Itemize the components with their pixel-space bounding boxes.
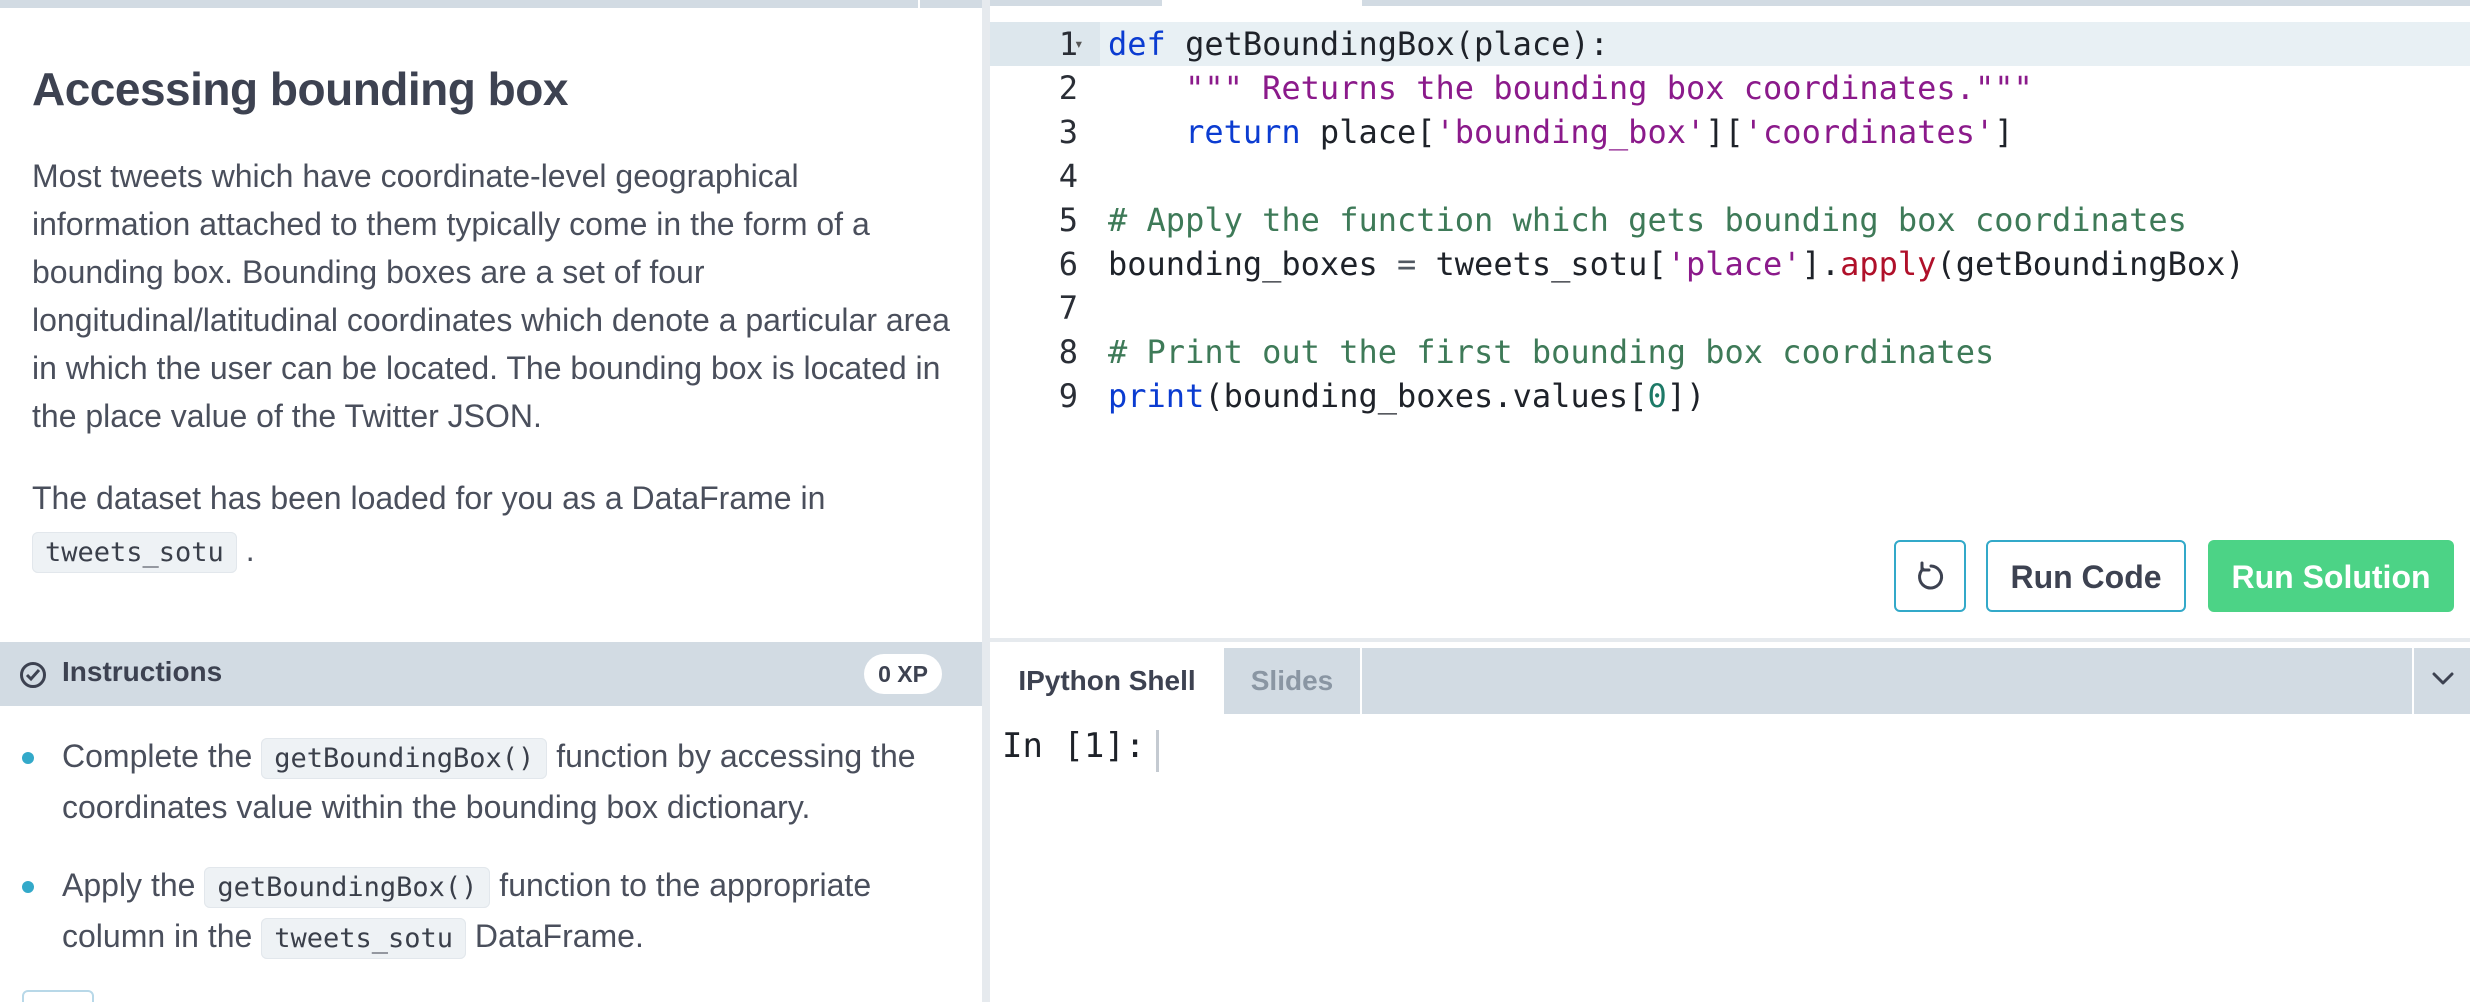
xp-badge: 0 XP bbox=[864, 654, 942, 694]
line-number: 5 bbox=[1058, 201, 1078, 239]
reset-icon bbox=[1918, 561, 1944, 590]
exercise-description: Most tweets which have coordinate-level … bbox=[32, 158, 950, 434]
line-number: 8 bbox=[1058, 333, 1078, 371]
code-line[interactable]: 8 # Print out the first bounding box coo… bbox=[990, 330, 2470, 374]
dataset-variable-code: tweets_sotu bbox=[32, 532, 237, 573]
console-cursor bbox=[1156, 730, 1159, 772]
workspace-pane: 1 ▾ def getBoundingBox(place): 2 """ Ret… bbox=[990, 0, 2470, 1002]
pane-resize-handle[interactable] bbox=[982, 0, 990, 1002]
ipython-console[interactable]: In [1]: bbox=[990, 714, 2470, 1002]
console-prompt: In [1]: bbox=[1002, 726, 1146, 766]
code-string: 'bounding_box' bbox=[1435, 113, 1706, 151]
code-function: apply bbox=[1840, 245, 1937, 283]
exercise-dataset-note: The dataset has been loaded for you as a… bbox=[32, 472, 962, 579]
code-line[interactable]: 2 """ Returns the bounding box coordinat… bbox=[990, 66, 2470, 110]
instruction-code: getBoundingBox() bbox=[204, 867, 491, 908]
instruction-code: tweets_sotu bbox=[261, 918, 467, 959]
code-token: ]. bbox=[1801, 245, 1841, 283]
collapse-console-button[interactable] bbox=[2412, 648, 2470, 714]
instruction-item: Complete the getBoundingBox() function b… bbox=[0, 732, 982, 831]
code-text: def getBoundingBox(place): bbox=[1108, 22, 1609, 66]
instruction-text: DataFrame. bbox=[474, 918, 644, 954]
dataset-note-suffix: . bbox=[245, 532, 255, 568]
code-operator: = bbox=[1396, 245, 1417, 283]
line-number: 6 bbox=[1058, 245, 1078, 283]
app-root: Accessing bounding box Most tweets which… bbox=[0, 0, 2470, 1002]
code-editor[interactable]: 1 ▾ def getBoundingBox(place): 2 """ Ret… bbox=[990, 22, 2470, 442]
line-number: 4 bbox=[1058, 157, 1078, 195]
code-string: 'coordinates' bbox=[1743, 113, 1995, 151]
code-string: 'place' bbox=[1666, 245, 1802, 283]
code-keyword: print bbox=[1108, 377, 1205, 415]
progress-segment bbox=[0, 0, 920, 8]
editor-console-divider[interactable] bbox=[990, 638, 2470, 642]
code-token: (bounding_boxes.values[ bbox=[1204, 377, 1648, 415]
exercise-title: Accessing bounding box bbox=[32, 63, 568, 115]
instruction-item: Apply the getBoundingBox() function to t… bbox=[0, 861, 982, 963]
fold-arrow-icon[interactable]: ▾ bbox=[1074, 22, 1084, 66]
code-token: getBoundingBox(place): bbox=[1165, 25, 1609, 63]
code-token: bounding_boxes bbox=[1108, 245, 1397, 283]
code-text: # Apply the function which gets bounding… bbox=[1108, 198, 2187, 242]
dataset-note-text: The dataset has been loaded for you as a… bbox=[32, 480, 826, 516]
tab-slides[interactable]: Slides bbox=[1224, 648, 1362, 714]
code-line[interactable]: 9 print(bounding_boxes.values[0]) bbox=[990, 374, 2470, 418]
code-token: ]) bbox=[1666, 377, 1706, 415]
instructions-header[interactable]: Instructions 0 XP bbox=[0, 642, 982, 706]
bullet-icon bbox=[22, 881, 34, 893]
check-circle-icon bbox=[20, 662, 46, 688]
exercise-pane: Accessing bounding box Most tweets which… bbox=[0, 0, 982, 1002]
code-line[interactable]: 3 return place['bounding_box']['coordina… bbox=[990, 110, 2470, 154]
code-keyword: def bbox=[1108, 25, 1166, 63]
code-token: place[ bbox=[1300, 113, 1436, 151]
code-text: bounding_boxes = tweets_sotu['place'].ap… bbox=[1108, 242, 2245, 286]
code-keyword: return bbox=[1185, 113, 1301, 151]
instructions-label: Instructions bbox=[62, 656, 223, 687]
code-text: return place['bounding_box']['coordinate… bbox=[1108, 110, 2013, 154]
code-comment: # Print out the first bounding box coord… bbox=[1108, 333, 1995, 371]
bullet-icon bbox=[22, 752, 34, 764]
tab-ipython-shell[interactable]: IPython Shell bbox=[990, 648, 1224, 714]
code-line[interactable]: 4 bbox=[990, 154, 2470, 198]
instruction-text: Complete the bbox=[62, 738, 253, 774]
run-code-button[interactable]: Run Code bbox=[1986, 540, 2186, 612]
line-number: 9 bbox=[1058, 377, 1078, 415]
line-number: 2 bbox=[1058, 69, 1078, 107]
code-comment: # Apply the function which gets bounding… bbox=[1108, 201, 2187, 239]
run-solution-button[interactable]: Run Solution bbox=[2208, 540, 2454, 612]
reset-code-button[interactable] bbox=[1894, 540, 1966, 612]
instruction-text: Apply the bbox=[62, 867, 196, 903]
instruction-code: getBoundingBox() bbox=[261, 738, 548, 779]
code-token: tweets_sotu[ bbox=[1416, 245, 1667, 283]
code-number: 0 bbox=[1647, 377, 1667, 415]
instructions-list: Complete the getBoundingBox() function b… bbox=[0, 732, 982, 993]
code-token: ][ bbox=[1705, 113, 1744, 151]
chevron-down-icon bbox=[2432, 672, 2454, 685]
code-token: ] bbox=[1994, 113, 2014, 151]
code-line[interactable]: 6 bounding_boxes = tweets_sotu['place'].… bbox=[990, 242, 2470, 286]
editor-active-tab[interactable] bbox=[1162, 0, 1362, 6]
code-text: # Print out the first bounding box coord… bbox=[1108, 330, 1994, 374]
code-line[interactable]: 7 bbox=[990, 286, 2470, 330]
console-tab-bar: IPython Shell Slides bbox=[990, 648, 2470, 714]
code-line[interactable]: 1 ▾ def getBoundingBox(place): bbox=[990, 22, 2470, 66]
code-text: """ Returns the bounding box coordinates… bbox=[1108, 66, 2033, 110]
line-number: 7 bbox=[1058, 289, 1078, 327]
line-number: 3 bbox=[1058, 113, 1078, 151]
progress-bar bbox=[0, 0, 982, 8]
code-string: """ Returns the bounding box coordinates… bbox=[1185, 69, 2033, 107]
editor-tab-strip bbox=[990, 0, 2470, 6]
hint-button[interactable] bbox=[22, 990, 94, 1002]
code-token: (getBoundingBox) bbox=[1936, 245, 2245, 283]
code-line[interactable]: 5 # Apply the function which gets boundi… bbox=[990, 198, 2470, 242]
code-text: print(bounding_boxes.values[0]) bbox=[1108, 374, 1705, 418]
